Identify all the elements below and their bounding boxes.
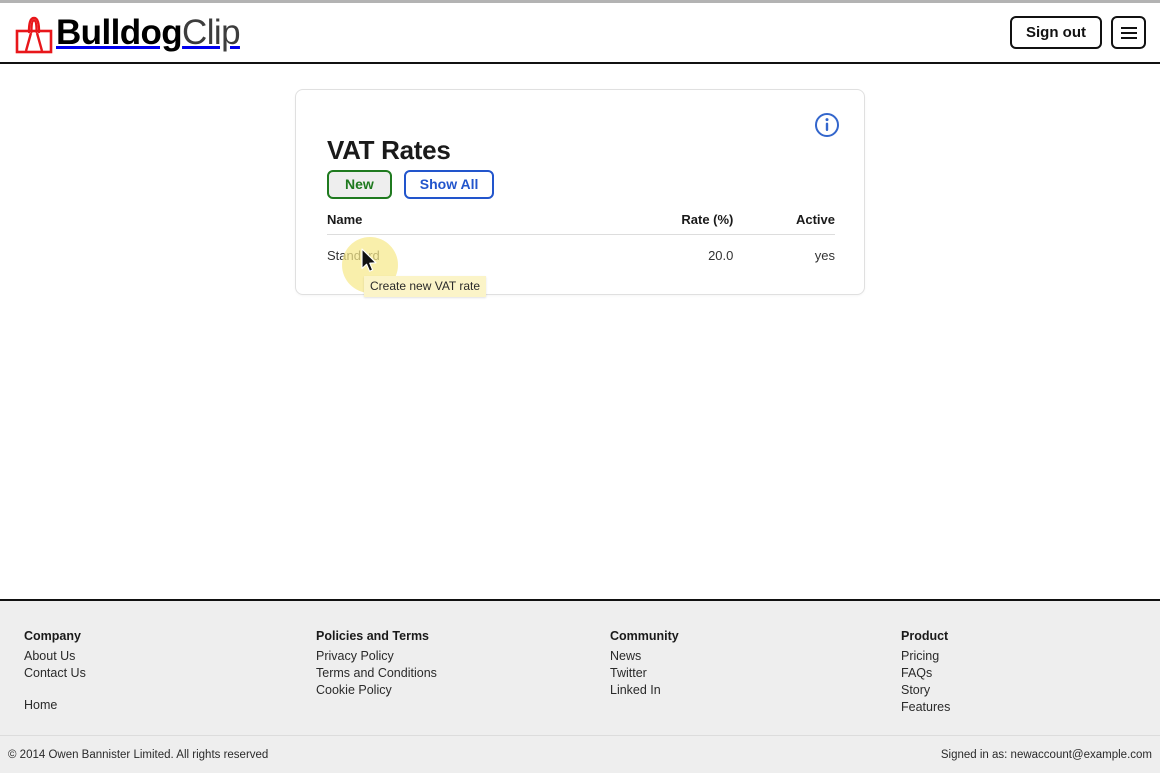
header-actions: Sign out <box>1010 16 1146 49</box>
table-head: Name Rate (%) Active <box>327 212 835 235</box>
footer-column-product: Product Pricing FAQs Story Features <box>901 629 950 716</box>
show-all-button[interactable]: Show All <box>403 170 495 199</box>
site-header: BulldogClip Sign out <box>0 3 1160 64</box>
footer-link-linked-in[interactable]: Linked In <box>610 682 679 699</box>
copyright-text: © 2014 Owen Bannister Limited. All right… <box>8 749 269 761</box>
footer-link-contact-us[interactable]: Contact Us <box>24 665 86 682</box>
brand-name-light: Clip <box>182 13 241 52</box>
footer-link-privacy-policy[interactable]: Privacy Policy <box>316 648 437 665</box>
site-footer: Company About Us Contact Us Home Policie… <box>0 599 1160 773</box>
footer-heading-product: Product <box>901 629 949 643</box>
footer-bottom-bar: © 2014 Owen Bannister Limited. All right… <box>0 735 1160 773</box>
column-header-rate: Rate (%) <box>591 212 734 235</box>
footer-heading-company: Company <box>24 629 81 643</box>
brand-name: BulldogClip <box>56 13 241 53</box>
footer-link-news[interactable]: News <box>610 648 679 665</box>
new-vat-rate-button[interactable]: New <box>327 170 392 199</box>
footer-link-story[interactable]: Story <box>901 682 950 699</box>
footer-link-faqs[interactable]: FAQs <box>901 665 950 682</box>
card-header: VAT Rates <box>296 90 864 165</box>
footer-link-pricing[interactable]: Pricing <box>901 648 950 665</box>
vat-rates-card: VAT Rates New Show All Name Rate (%) Act… <box>295 89 865 295</box>
footer-link-about-us[interactable]: About Us <box>24 648 86 665</box>
footer-column-company: Company About Us Contact Us Home <box>24 629 86 714</box>
cell-name: Standard <box>327 248 380 263</box>
column-header-name: Name <box>327 212 592 235</box>
hamburger-menu-icon <box>1120 24 1137 42</box>
main-content: VAT Rates New Show All Name Rate (%) Act… <box>0 64 1160 599</box>
table-body: Standard 20.0 yes <box>327 235 835 263</box>
table-row[interactable]: Standard 20.0 yes <box>327 235 835 263</box>
footer-heading-community: Community <box>610 629 679 643</box>
footer-column-community: Community News Twitter Linked In <box>610 629 679 699</box>
table-header-row: Name Rate (%) Active <box>327 212 835 235</box>
brand-name-bold: Bulldog <box>56 13 183 52</box>
column-header-active: Active <box>733 212 835 235</box>
brand-logo-link[interactable]: BulldogClip <box>14 7 241 59</box>
card-action-buttons: New Show All <box>327 170 495 199</box>
footer-columns: Company About Us Contact Us Home Policie… <box>0 629 1160 729</box>
footer-link-home[interactable]: Home <box>24 697 86 714</box>
menu-button[interactable] <box>1111 16 1146 49</box>
signed-in-status: Signed in as: newaccount@example.com <box>940 749 1152 761</box>
info-circle-icon[interactable] <box>814 112 840 138</box>
sign-out-button[interactable]: Sign out <box>1010 16 1102 49</box>
page-title: VAT Rates <box>327 135 451 166</box>
cell-active: yes <box>814 248 835 263</box>
vat-rates-table: Name Rate (%) Active Standard 20.0 yes <box>327 212 835 263</box>
footer-link-features[interactable]: Features <box>901 699 950 716</box>
footer-link-terms-and-conditions[interactable]: Terms and Conditions <box>316 665 437 682</box>
footer-link-cookie-policy[interactable]: Cookie Policy <box>316 682 437 699</box>
cell-rate: 20.0 <box>708 248 734 263</box>
bulldog-clip-icon <box>15 16 53 54</box>
footer-column-policies: Policies and Terms Privacy Policy Terms … <box>316 629 437 699</box>
footer-heading-policies: Policies and Terms <box>316 629 430 643</box>
footer-link-twitter[interactable]: Twitter <box>610 665 679 682</box>
